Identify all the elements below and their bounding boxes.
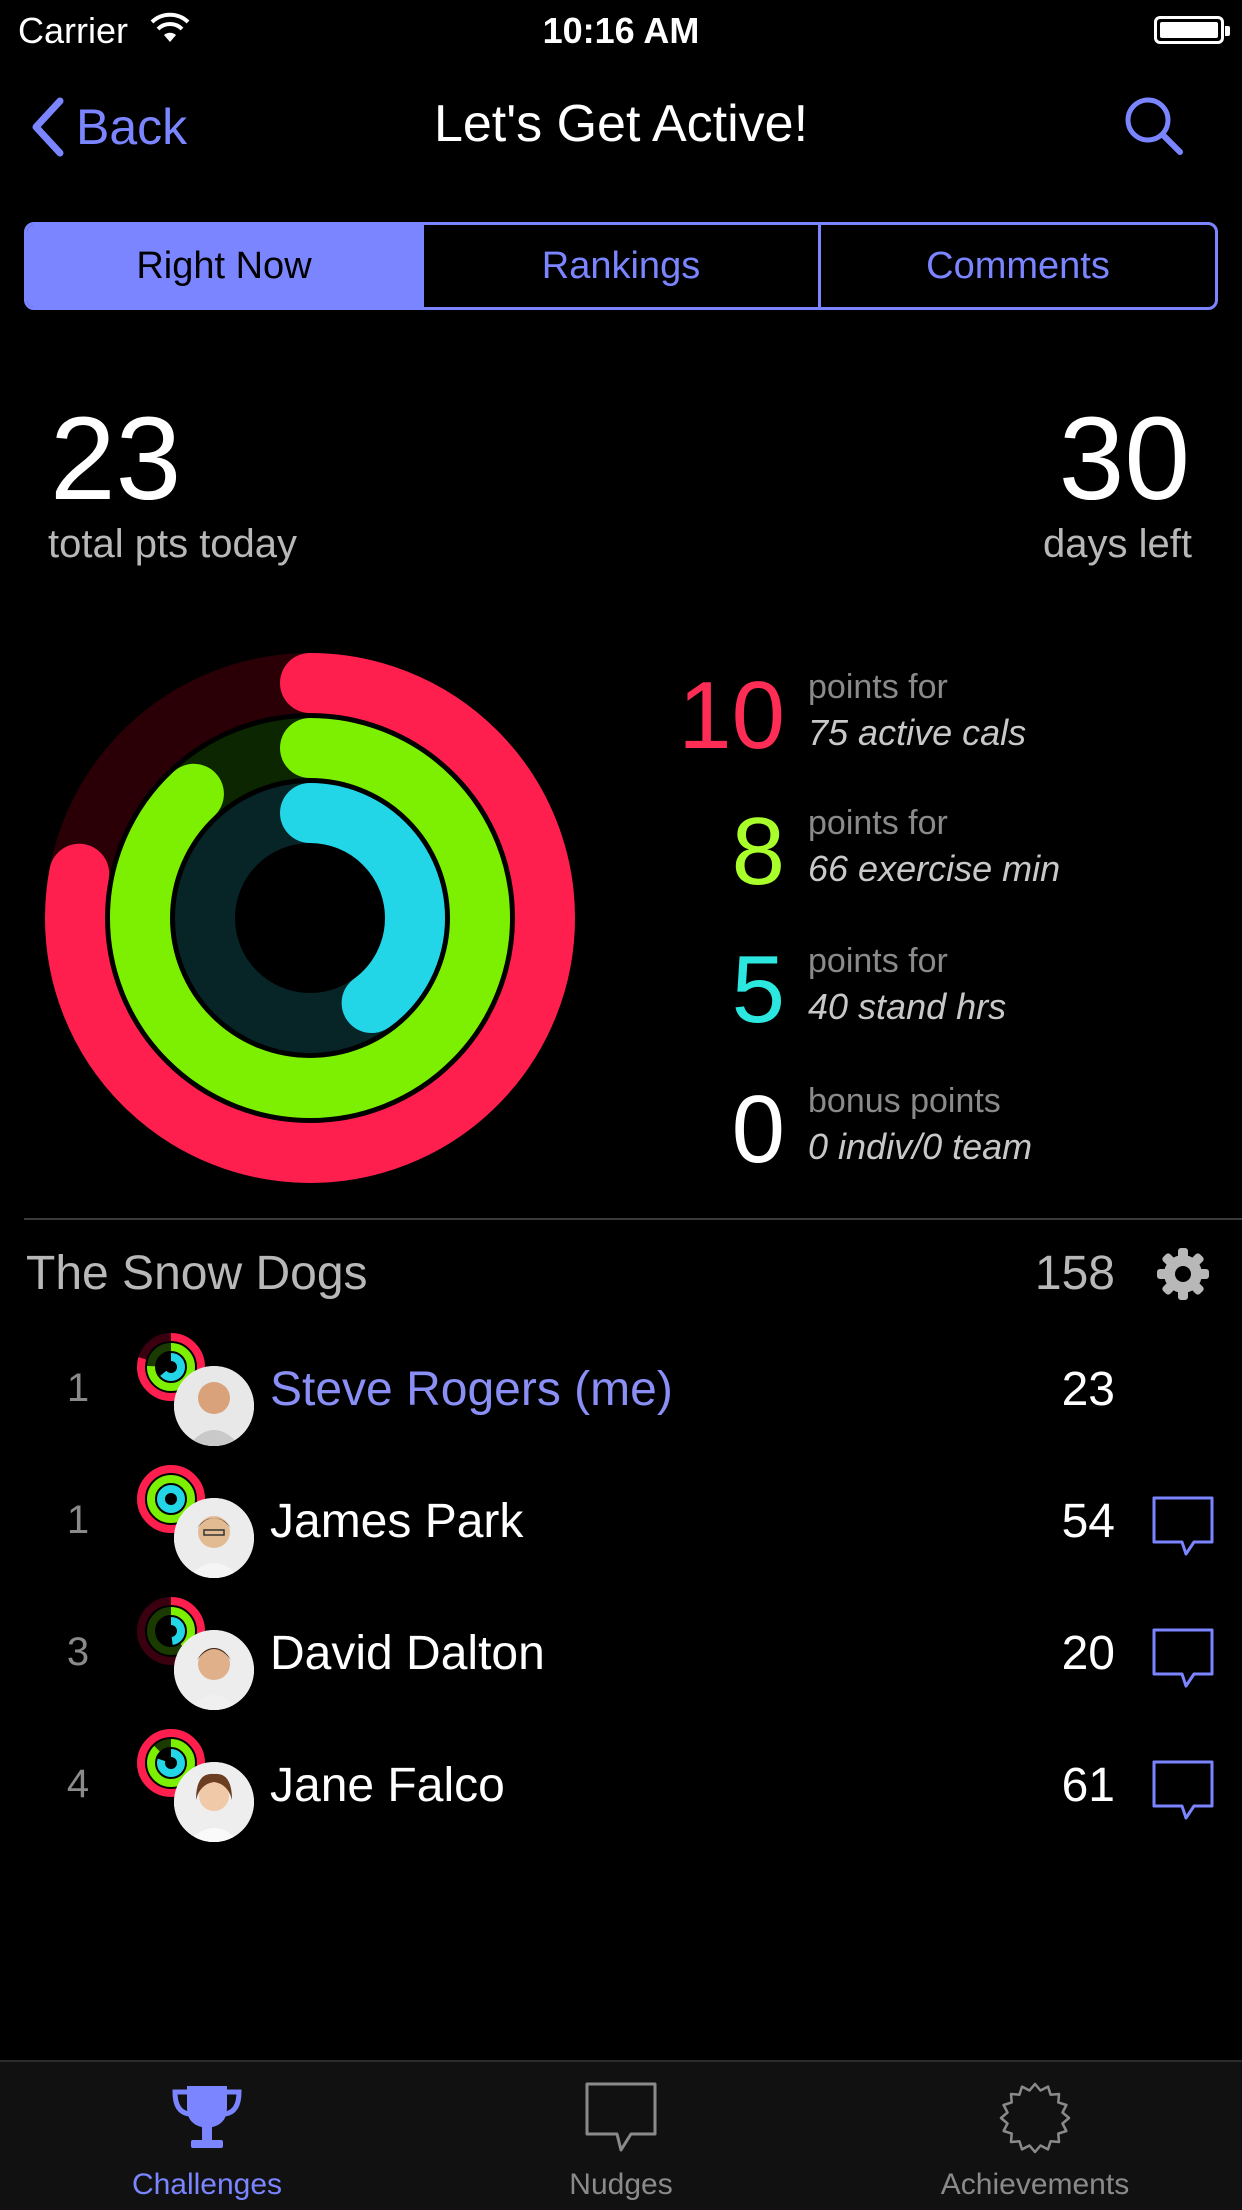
tab-nudges[interactable]: Nudges [414,2062,828,2210]
tab-achievements[interactable]: Achievements [828,2062,1242,2210]
member-score: 23 [1061,1363,1115,1416]
total-points-value: 23 [50,393,182,525]
points-detail: 66 exercise min [808,848,1061,889]
team-name: The Snow Dogs [26,1247,368,1300]
member-rank: 1 [66,1498,90,1542]
points-row-bonus: 0 bonus points 0 indiv/0 team [660,1082,1220,1202]
points-value: 0 [731,1076,785,1183]
tab-rankings[interactable]: Rankings [421,225,818,307]
gear-icon[interactable] [1155,1246,1211,1302]
avatar [174,1630,254,1710]
trophy-icon [172,2086,242,2148]
member-name: James Park [270,1495,524,1548]
total-points-label: total pts today [48,522,298,566]
badge-icon [999,2082,1071,2154]
divider [24,1218,1242,1220]
points-value: 5 [731,936,785,1043]
member-score: 54 [1061,1495,1115,1548]
list-item[interactable]: 3 David Dalton 20 [0,1588,1242,1720]
points-row-move: 10 points for 75 active cals [660,668,1220,788]
member-name: David Dalton [270,1627,545,1680]
points-caption: points for [808,804,948,842]
page-title: Let's Get Active! [433,95,809,153]
list-item[interactable]: 1 James Park 54 [0,1456,1242,1588]
points-caption: points for [808,668,948,706]
tab-label: Challenges [131,2168,283,2201]
nudge-button[interactable] [1150,1758,1216,1824]
battery-icon [1154,16,1230,44]
member-name: Jane Falco [270,1759,505,1812]
points-row-stand: 5 points for 40 stand hrs [660,942,1220,1062]
member-score: 20 [1061,1627,1115,1680]
tab-comments[interactable]: Comments [818,225,1215,307]
days-left-value: 30 [1058,393,1190,525]
list-item[interactable]: 4 Jane Falco 61 [0,1720,1242,1852]
nudge-button[interactable] [1150,1626,1216,1692]
speech-bubble-icon [585,2082,657,2152]
avatar [174,1762,254,1842]
tab-challenges[interactable]: Challenges [0,2062,414,2210]
member-rank: 1 [66,1366,90,1410]
points-value: 8 [731,798,785,905]
member-rank: 4 [66,1762,90,1806]
points-row-exercise: 8 points for 66 exercise min [660,804,1220,924]
search-icon[interactable] [1120,92,1190,162]
avatar [174,1366,254,1446]
member-name: Steve Rogers (me) [270,1363,673,1416]
tab-label: Achievements [940,2168,1130,2201]
nudge-button[interactable] [1150,1494,1216,1560]
days-left-label: days left [1043,522,1192,566]
member-score: 61 [1061,1759,1115,1812]
activity-rings [45,653,575,1183]
points-detail: 75 active cals [808,712,1027,753]
points-caption: bonus points [808,1082,1001,1120]
points-detail: 0 indiv/0 team [808,1126,1033,1167]
segmented-control: Right Now Rankings Comments [24,222,1218,310]
status-bar: Carrier 10:16 AM [0,0,1242,60]
avatar [174,1498,254,1578]
points-detail: 40 stand hrs [808,986,1007,1027]
member-rank: 3 [66,1630,90,1674]
points-caption: points for [808,942,948,980]
clock: 10:16 AM [542,10,700,51]
team-score: 158 [1034,1247,1115,1300]
tab-label: Nudges [569,2168,673,2201]
points-value: 10 [678,662,785,769]
tab-bar: Challenges Nudges Achievements [0,2060,1242,2210]
list-item[interactable]: 1 Steve Rogers (me) 23 [0,1324,1242,1456]
tab-right-now[interactable]: Right Now [27,225,421,307]
